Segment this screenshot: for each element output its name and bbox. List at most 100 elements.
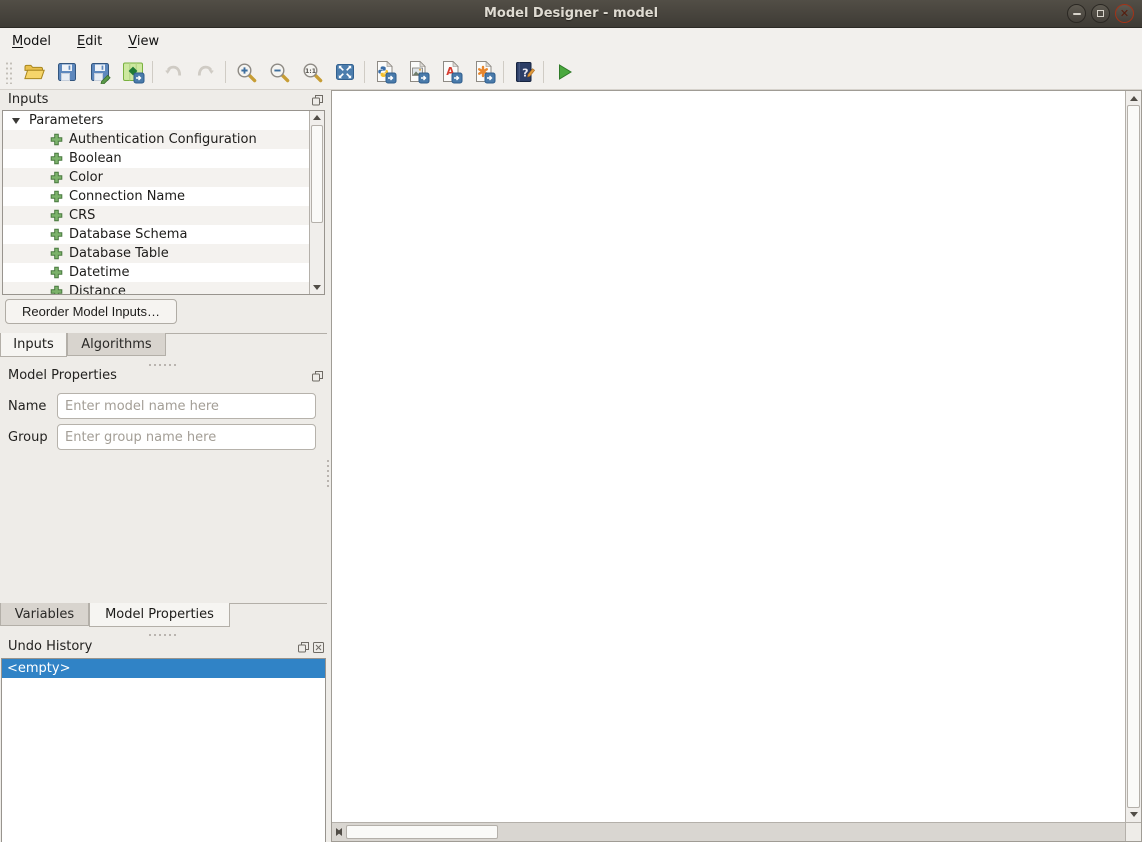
name-label: Name	[8, 399, 46, 414]
run-model-button[interactable]	[547, 57, 580, 87]
add-parameter-icon	[50, 152, 63, 165]
canvas-hscroll-thumb[interactable]	[346, 825, 498, 839]
tree-item-authentication-configuration[interactable]: Authentication Configuration	[3, 130, 309, 149]
open-model-button[interactable]	[17, 57, 50, 87]
left-dock: Inputs Parameters Authentication Configu…	[0, 90, 327, 842]
tree-item-distance[interactable]: Distance	[3, 282, 309, 294]
menu-view[interactable]: View	[128, 34, 159, 49]
expander-icon[interactable]	[12, 118, 20, 124]
close-button[interactable]: ✕	[1115, 4, 1134, 23]
float-panel-icon	[311, 370, 324, 383]
add-parameter-icon	[50, 247, 63, 260]
splitter-handle[interactable]	[149, 634, 176, 636]
save-model-as-button[interactable]	[83, 57, 116, 87]
float-panel-icon	[297, 641, 310, 654]
tab-inputs[interactable]: Inputs	[0, 333, 67, 357]
tab-variables[interactable]: Variables	[0, 603, 89, 626]
close-icon: ✕	[1120, 8, 1129, 19]
toolbar-drag-handle[interactable]	[4, 60, 13, 84]
save-model-in-project-button[interactable]	[116, 57, 149, 87]
float-panel-icon	[311, 94, 324, 107]
toolbar-separator	[364, 61, 365, 83]
redo-icon	[194, 60, 218, 84]
scroll-down-icon[interactable]	[1127, 808, 1141, 821]
minimize-button[interactable]	[1067, 4, 1086, 23]
scroll-down-icon[interactable]	[310, 281, 324, 294]
save-model-button[interactable]	[50, 57, 83, 87]
open-folder-icon	[22, 60, 46, 84]
svg-text:?: ?	[522, 67, 528, 80]
maximize-icon	[1097, 10, 1104, 17]
tree-scrollbar-thumb[interactable]	[311, 125, 323, 223]
parameters-children: Authentication ConfigurationBooleanColor…	[3, 130, 309, 294]
tree-item-parameters[interactable]: Parameters	[3, 111, 309, 130]
close-panel-icon	[312, 641, 325, 654]
export-python-icon	[373, 60, 397, 84]
scroll-right-icon[interactable]	[332, 825, 345, 839]
scroll-up-icon[interactable]	[310, 111, 324, 124]
export-as-python-button[interactable]	[368, 57, 401, 87]
canvas-vscroll-thumb[interactable]	[1127, 105, 1140, 808]
canvas-horizontal-scrollbar[interactable]	[332, 822, 1125, 841]
model-name-input[interactable]	[57, 393, 316, 419]
tree-item-crs[interactable]: CRS	[3, 206, 309, 225]
inputs-tree[interactable]: Parameters Authentication ConfigurationB…	[2, 110, 325, 295]
window-title: Model Designer - model	[484, 6, 658, 21]
tree-item-connection-name[interactable]: Connection Name	[3, 187, 309, 206]
help-button[interactable]: ?	[507, 57, 540, 87]
export-as-svg-button[interactable]	[467, 57, 500, 87]
undo-button[interactable]	[156, 57, 189, 87]
scroll-up-icon[interactable]	[1127, 92, 1141, 105]
undo-history-close-button[interactable]	[312, 641, 325, 654]
zoom-in-button[interactable]	[229, 57, 262, 87]
zoom-full-button[interactable]	[328, 57, 361, 87]
inputs-float-button[interactable]	[311, 94, 324, 107]
reorder-model-inputs-button[interactable]: Reorder Model Inputs…	[5, 299, 177, 324]
menu-edit[interactable]: Edit	[77, 34, 102, 49]
maximize-button[interactable]	[1091, 4, 1110, 23]
dock-canvas-splitter[interactable]	[327, 460, 329, 487]
model-canvas[interactable]	[331, 90, 1142, 842]
toolbar-separator	[503, 61, 504, 83]
redo-button[interactable]	[189, 57, 222, 87]
add-parameter-icon	[50, 171, 63, 184]
tree-item-database-table[interactable]: Database Table	[3, 244, 309, 263]
export-as-image-button[interactable]	[401, 57, 434, 87]
export-as-pdf-button[interactable]: A	[434, 57, 467, 87]
save-as-icon	[88, 60, 112, 84]
undo-icon	[161, 60, 185, 84]
add-parameter-icon	[50, 209, 63, 222]
tree-item-datetime[interactable]: Datetime	[3, 263, 309, 282]
inputs-panel-title: Inputs	[8, 92, 48, 107]
add-parameter-icon	[50, 190, 63, 203]
title-bar: Model Designer - model ✕	[0, 0, 1142, 28]
menu-model[interactable]: Model	[12, 34, 51, 49]
tree-vertical-scrollbar[interactable]	[309, 111, 324, 294]
canvas-vertical-scrollbar[interactable]	[1125, 91, 1141, 822]
zoom-actual-button[interactable]: 1:1	[295, 57, 328, 87]
undo-history-float-button[interactable]	[297, 641, 310, 654]
splitter-handle[interactable]	[149, 364, 176, 366]
tree-item-color[interactable]: Color	[3, 168, 309, 187]
toolbar: 1:1	[0, 55, 1142, 90]
add-parameter-icon	[50, 228, 63, 241]
tree-item-database-schema[interactable]: Database Schema	[3, 225, 309, 244]
zoom-1-1-icon: 1:1	[300, 60, 324, 84]
zoom-out-button[interactable]	[262, 57, 295, 87]
save-icon	[55, 60, 79, 84]
tree-item-boolean[interactable]: Boolean	[3, 149, 309, 168]
zoom-out-icon	[267, 60, 291, 84]
tab-algorithms[interactable]: Algorithms	[67, 333, 166, 356]
export-image-icon	[406, 60, 430, 84]
model-group-input[interactable]	[57, 424, 316, 450]
inputs-tree-body: Parameters Authentication ConfigurationB…	[3, 111, 309, 294]
tab-model-properties[interactable]: Model Properties	[89, 603, 230, 627]
undo-history-list[interactable]: <empty>	[1, 658, 326, 842]
model-properties-float-button[interactable]	[311, 370, 324, 383]
zoom-in-icon	[234, 60, 258, 84]
undo-history-panel-title: Undo History	[8, 639, 92, 654]
model-designer-window: { "window": { "title": "Model Designer -…	[0, 0, 1142, 842]
export-pdf-icon: A	[439, 60, 463, 84]
help-book-icon: ?	[512, 60, 536, 84]
undo-history-item[interactable]: <empty>	[2, 659, 325, 678]
